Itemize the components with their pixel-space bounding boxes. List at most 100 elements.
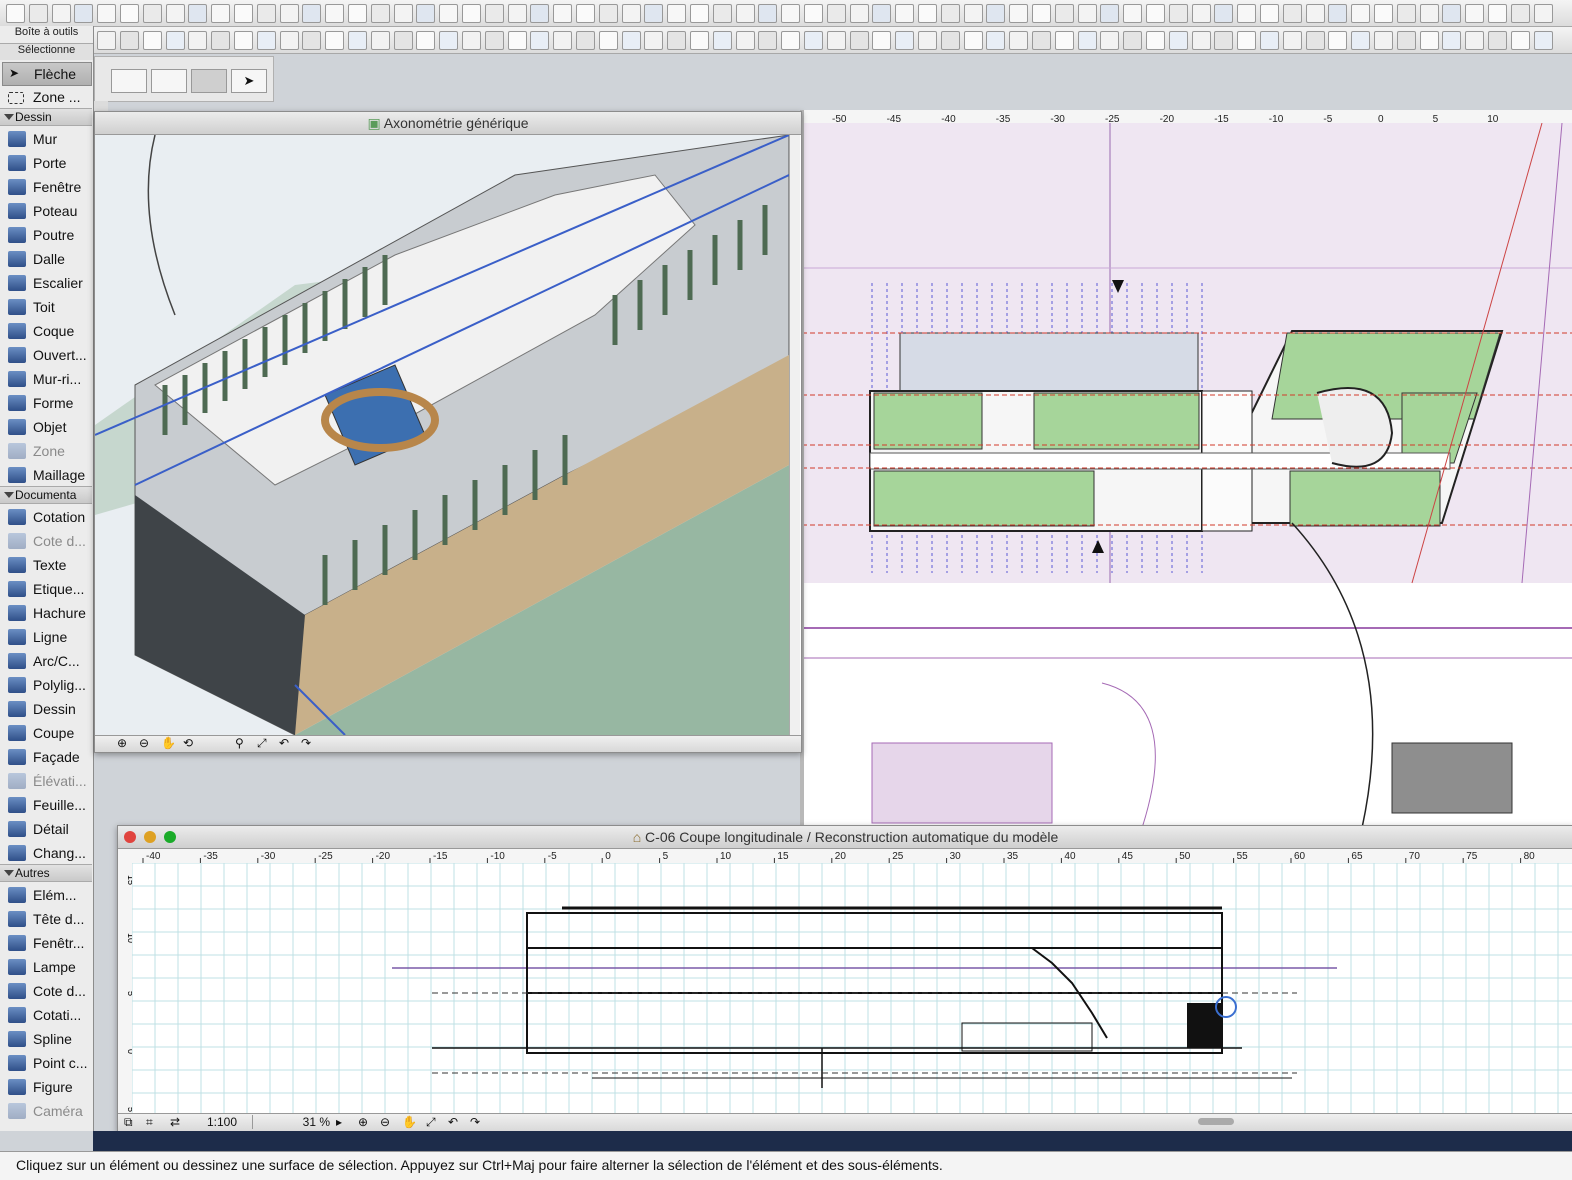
toolbar-button-icon[interactable]	[804, 31, 823, 50]
tool-opening[interactable]: Ouvert...	[2, 344, 90, 366]
toolbar-button-icon[interactable]	[1533, 4, 1553, 23]
toolbar-button-icon[interactable]	[142, 4, 162, 23]
tool-detail[interactable]: Détail	[2, 818, 90, 840]
toolbar-button-icon[interactable]	[940, 4, 960, 23]
toolbar-button-icon[interactable]	[735, 4, 755, 23]
toolbar-button-icon[interactable]	[1396, 31, 1416, 50]
section-horizontal-scrollbar[interactable]	[1198, 1118, 1234, 1125]
toolbar-button-icon[interactable]	[28, 4, 48, 23]
geometry-method-pan-button[interactable]	[191, 69, 227, 93]
toolbar-button-icon[interactable]	[439, 31, 459, 50]
layout-icon[interactable]: ⧉	[124, 1115, 133, 1130]
tool-line[interactable]: Ligne	[2, 626, 90, 648]
tool-column[interactable]: Poteau	[2, 200, 90, 222]
tool-roof[interactable]: Toit	[2, 296, 90, 318]
toolbar-button-icon[interactable]	[348, 31, 367, 50]
scale-field[interactable]: 1:100	[192, 1115, 253, 1129]
toolbar-button-icon[interactable]	[872, 31, 892, 50]
zoom-in-icon[interactable]: ⊕	[117, 736, 127, 750]
tool-corner-window[interactable]: Fenêtr...	[2, 932, 90, 954]
toolbar-button-icon[interactable]	[781, 4, 801, 23]
toolbar-button-icon[interactable]	[462, 31, 481, 50]
toolbar-button-icon[interactable]	[1077, 31, 1097, 50]
tool-camera[interactable]: Caméra	[2, 1100, 90, 1122]
toolbar-button-icon[interactable]	[826, 4, 846, 23]
toolbar-button-icon[interactable]	[6, 4, 25, 23]
toolbar-button-icon[interactable]	[211, 4, 231, 23]
toolbar-button-icon[interactable]	[1168, 4, 1188, 23]
orientation-icon[interactable]: ⇄	[170, 1115, 180, 1129]
toolbar-button-icon[interactable]	[621, 4, 641, 23]
zoom-in-icon[interactable]: ⊕	[358, 1115, 368, 1129]
tool-section[interactable]: Coupe	[2, 722, 90, 744]
tool-worksheet[interactable]: Feuille...	[2, 794, 90, 816]
toolbar-button-icon[interactable]	[1419, 4, 1439, 23]
toolbar-button-icon[interactable]	[1191, 31, 1211, 50]
tool-wall[interactable]: Mur	[2, 128, 90, 150]
toolbar-button-icon[interactable]	[507, 4, 527, 23]
tool-fill[interactable]: Hachure	[2, 602, 90, 624]
toolbar-button-icon[interactable]	[1374, 31, 1393, 50]
tool-grid-element[interactable]: Elém...	[2, 884, 90, 906]
toolbox-section-2[interactable]: Documenta	[0, 486, 92, 504]
tool-stair[interactable]: Escalier	[2, 272, 90, 294]
toolbar-button-icon[interactable]	[1351, 31, 1371, 50]
toolbar-button-icon[interactable]	[758, 31, 778, 50]
tool-arc[interactable]: Arc/C...	[2, 650, 90, 672]
toolbar-button-icon[interactable]	[667, 31, 687, 50]
toolbar-button-icon[interactable]	[302, 31, 322, 50]
geometry-method-rect-button[interactable]	[111, 69, 147, 93]
toolbar-button-icon[interactable]	[462, 4, 481, 23]
toolbar-button-icon[interactable]	[621, 31, 641, 50]
toolbar-button-icon[interactable]	[188, 31, 208, 50]
pan-hand-icon[interactable]: ✋	[402, 1115, 417, 1129]
toolbar-button-icon[interactable]	[1214, 31, 1234, 50]
toolbar-button-icon[interactable]	[120, 31, 139, 50]
tool-level-dimension[interactable]: Cote d...	[2, 530, 90, 552]
toolbar-button-icon[interactable]	[1374, 4, 1393, 23]
toolbar-button-icon[interactable]	[1282, 4, 1302, 23]
toolbar-button-icon[interactable]	[804, 4, 823, 23]
toolbar-button-icon[interactable]	[256, 31, 276, 50]
toolbar-button-icon[interactable]	[393, 31, 413, 50]
toolbar-button-icon[interactable]	[142, 31, 162, 50]
toolbar-button-icon[interactable]	[1123, 31, 1143, 50]
toolbar-button-icon[interactable]	[1305, 4, 1325, 23]
toolbar-button-icon[interactable]	[1009, 4, 1029, 23]
tool-radial-dimension[interactable]: Cote d...	[2, 980, 90, 1002]
toolbar-button-icon[interactable]	[1442, 4, 1462, 23]
toolbar-button-icon[interactable]	[1488, 4, 1507, 23]
toolbar-button-icon[interactable]	[849, 4, 869, 23]
toolbar-button-icon[interactable]	[1100, 31, 1120, 50]
tool-hotspot[interactable]: Point c...	[2, 1052, 90, 1074]
tool-polyline[interactable]: Polylig...	[2, 674, 90, 696]
next-zoom-icon[interactable]: ↷	[470, 1115, 480, 1129]
toolbar-button-icon[interactable]	[1146, 4, 1165, 23]
toolbox-section-1[interactable]: Dessin	[0, 108, 92, 126]
toolbar-button-icon[interactable]	[393, 4, 413, 23]
toolbar-button-icon[interactable]	[1419, 31, 1439, 50]
toolbar-button-icon[interactable]	[940, 31, 960, 50]
tool-change[interactable]: Chang...	[2, 842, 90, 864]
toolbar-button-icon[interactable]	[74, 4, 94, 23]
toolbar-button-icon[interactable]	[690, 31, 709, 50]
toolbar-button-icon[interactable]	[598, 4, 618, 23]
toolbar-button-icon[interactable]	[97, 4, 117, 23]
toolbar-button-icon[interactable]	[1032, 4, 1051, 23]
tool-label[interactable]: Etique...	[2, 578, 90, 600]
toolbar-button-icon[interactable]	[1260, 4, 1279, 23]
toolbar-button-icon[interactable]	[165, 4, 185, 23]
tool-text[interactable]: Texte	[2, 554, 90, 576]
section-view[interactable]	[132, 863, 1572, 1113]
tool-shell[interactable]: Coque	[2, 320, 90, 342]
toolbar-button-icon[interactable]	[963, 4, 983, 23]
toolbar-button-icon[interactable]	[1009, 31, 1029, 50]
tool-interior-elevation[interactable]: Élévati...	[2, 770, 90, 792]
toolbar-button-icon[interactable]	[120, 4, 139, 23]
toolbar-button-icon[interactable]	[484, 31, 504, 50]
tool-marquee[interactable]: Zone ...	[2, 86, 90, 108]
axonometry-3d-view[interactable]	[95, 135, 789, 735]
toolbar-button-icon[interactable]	[1191, 4, 1211, 23]
play-triangle-icon[interactable]: ▸	[336, 1115, 342, 1129]
toolbar-button-icon[interactable]	[51, 4, 71, 23]
